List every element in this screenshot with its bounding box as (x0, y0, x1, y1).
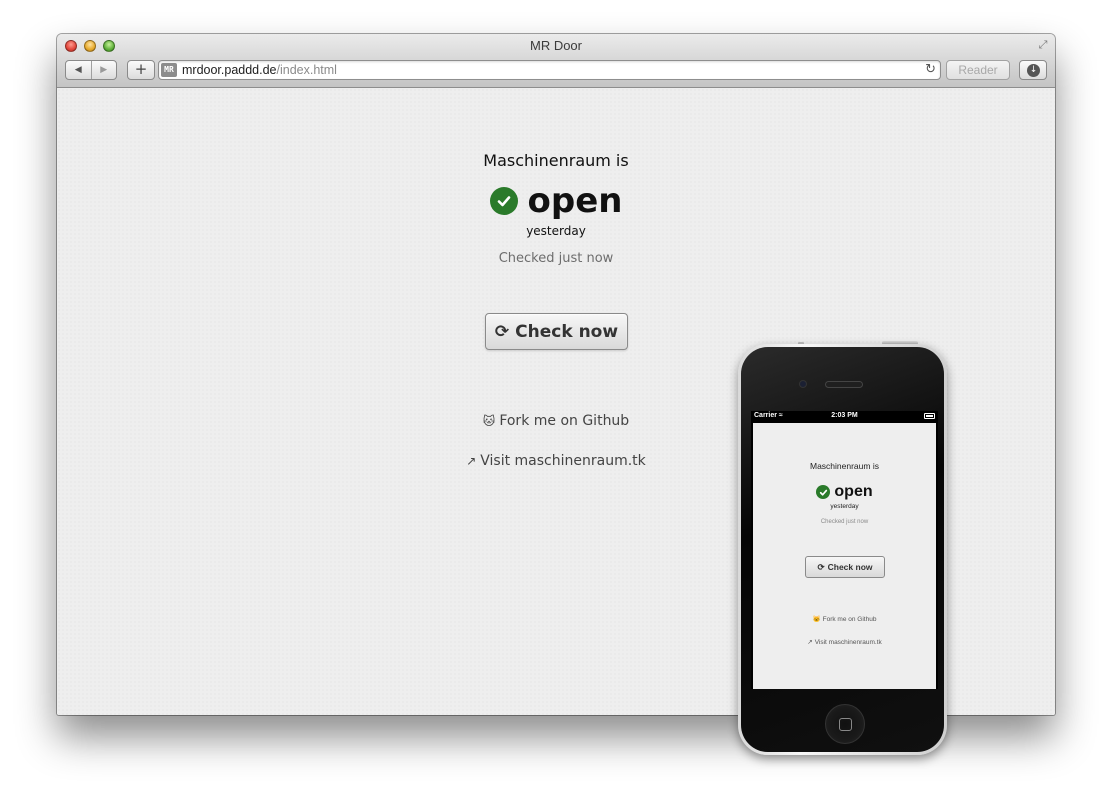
github-icon: 🐱 (482, 414, 496, 428)
mobile-check-now-button[interactable]: ⟳ Check now (805, 556, 885, 578)
mobile-status-value: open (834, 483, 873, 500)
mobile-github-link[interactable]: 🐱 Fork me on Github (753, 615, 936, 624)
iphone-mockup: Carrier ≈ 2:03 PM Maschinenraum is open … (738, 344, 947, 755)
status-row: open (57, 183, 1055, 219)
mobile-visit-link[interactable]: ↗ Visit maschinenraum.tk (753, 638, 936, 647)
status-since: yesterday (526, 224, 586, 238)
visit-link-label: Visit maschinenraum.tk (480, 453, 646, 469)
url-text[interactable]: mrdoor.paddd.de/index.html (182, 63, 337, 77)
downloads-button[interactable]: ↓ (1019, 60, 1047, 80)
back-button[interactable]: ◀ (66, 61, 91, 79)
mobile-last-checked: Checked just now (820, 519, 869, 525)
mobile-github-link-label: Fork me on Github (822, 615, 877, 623)
forward-button[interactable]: ▶ (90, 61, 117, 79)
browser-toolbar: MR Door ⤢ ◀ ▶ + MR mrdoor.paddd.de/index… (57, 34, 1055, 88)
mobile-github-icon: 🐱 (812, 616, 821, 623)
check-now-button[interactable]: ⟳ Check now (485, 313, 628, 350)
mobile-status-page: Maschinenraum is open yesterday Checked … (753, 423, 936, 689)
mobile-external-link-icon: ↗ (807, 639, 813, 646)
mobile-status-since: yesterday (830, 503, 859, 510)
site-favicon-icon: MR (161, 63, 177, 77)
external-link-icon: ↗ (466, 454, 477, 468)
battery-icon (924, 413, 935, 419)
download-icon: ↓ (1027, 64, 1040, 77)
phone-body: Carrier ≈ 2:03 PM Maschinenraum is open … (741, 347, 944, 752)
phone-status-bar: Carrier ≈ 2:03 PM (751, 411, 938, 423)
earpiece-speaker (825, 381, 863, 388)
refresh-icon: ⟳ (494, 321, 510, 342)
mobile-refresh-icon: ⟳ (817, 561, 825, 572)
fullscreen-icon[interactable]: ⤢ (1036, 38, 1050, 52)
status-prefix: Maschinenraum is (483, 151, 629, 170)
window-title: MR Door (529, 38, 582, 53)
check-now-label: Check now (515, 321, 619, 342)
status-value: open (527, 181, 623, 221)
last-checked: Checked just now (498, 251, 614, 266)
new-tab-button[interactable]: + (127, 60, 155, 80)
address-bar[interactable]: MR mrdoor.paddd.de/index.html ↻ (158, 60, 941, 80)
home-square-icon (839, 718, 852, 731)
phone-screen: Carrier ≈ 2:03 PM Maschinenraum is open … (751, 411, 938, 689)
reload-icon[interactable]: ↻ (925, 62, 936, 77)
phone-clock: 2:03 PM (831, 412, 858, 419)
url-host: mrdoor.paddd.de (182, 63, 277, 77)
forward-arrow-icon: ▶ (100, 65, 108, 75)
mobile-check-circle-icon (816, 485, 831, 499)
back-arrow-icon: ◀ (74, 65, 82, 75)
check-circle-icon (489, 187, 518, 215)
mobile-visit-link-label: Visit maschinenraum.tk (814, 638, 882, 646)
url-path: /index.html (276, 63, 337, 77)
github-link-label: Fork me on Github (499, 413, 630, 429)
mobile-check-now-label: Check now (827, 562, 873, 572)
mobile-status-row: open (753, 483, 936, 501)
reader-button[interactable]: Reader (946, 60, 1010, 80)
history-nav: ◀ ▶ (65, 60, 117, 80)
home-button (825, 704, 865, 744)
front-camera-icon (799, 380, 807, 388)
mobile-status-prefix: Maschinenraum is (810, 461, 879, 471)
